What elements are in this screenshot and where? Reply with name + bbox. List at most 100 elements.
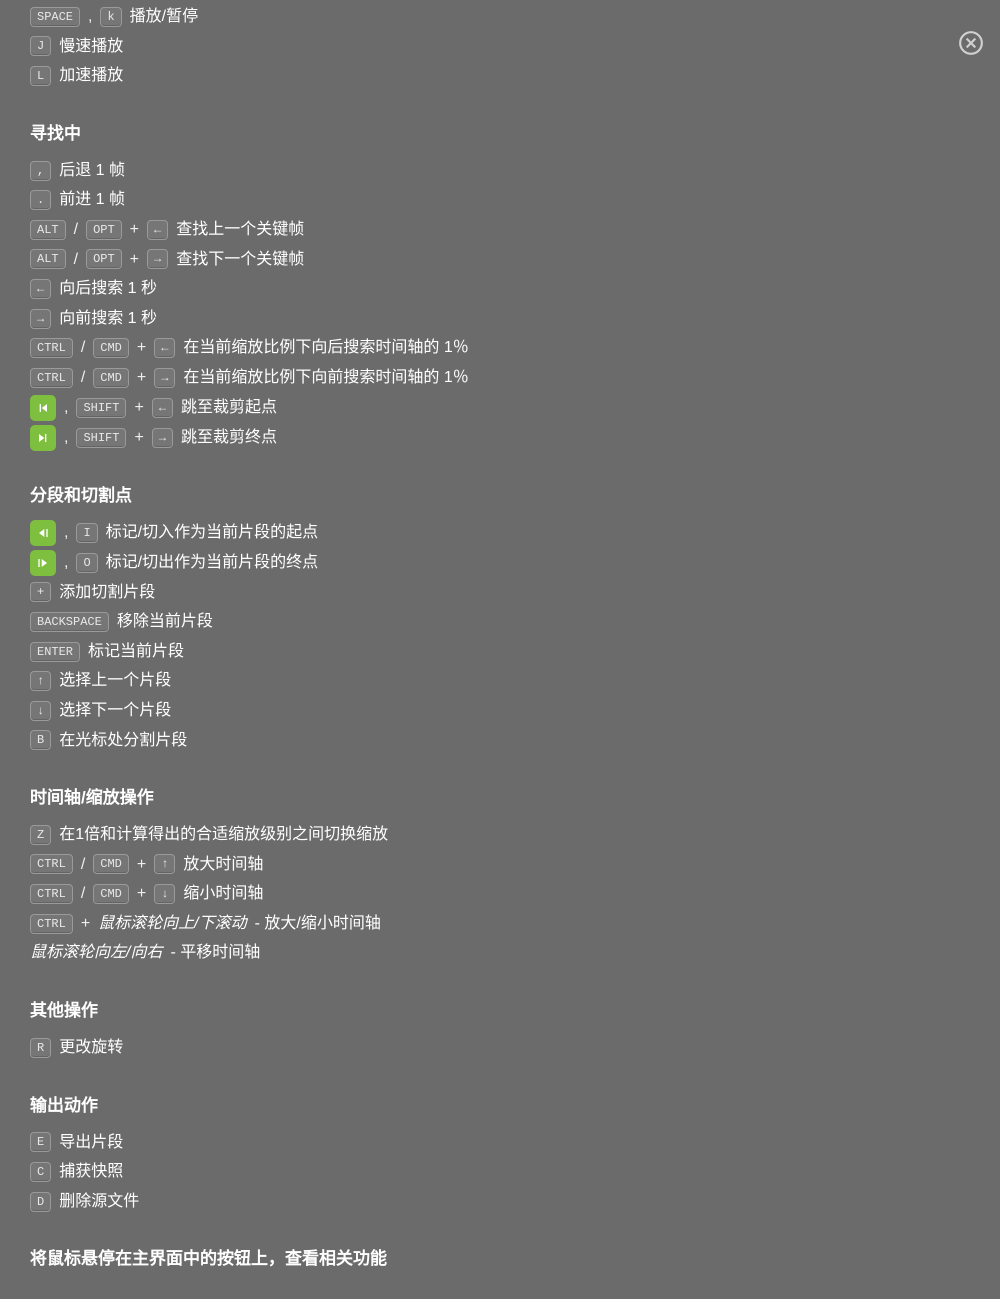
section-heading: 分段和切割点 <box>30 481 970 506</box>
shortcut-row: ,O标记/切出作为当前片段的终点 <box>30 550 970 576</box>
key--: ← <box>154 338 175 358</box>
shortcut-description: 播放/暂停 <box>130 4 198 30</box>
shortcut-row: ALT/OPT+→查找下一个关键帧 <box>30 247 970 273</box>
shortcut-row: C 捕获快照 <box>30 1159 970 1185</box>
shortcut-description: 缩小时间轴 <box>183 881 263 907</box>
key--: ← <box>147 220 168 240</box>
cut-out-icon[interactable] <box>30 550 56 576</box>
shortcut-description: 在当前缩放比例下向前搜索时间轴的 1％ <box>183 365 468 391</box>
shortcut-description: 在光标处分割片段 <box>59 728 187 754</box>
skip-start-icon[interactable] <box>30 395 56 421</box>
shortcut-description: - 平移时间轴 <box>170 940 260 966</box>
key-opt: OPT <box>86 249 122 269</box>
key-alt: ALT <box>30 220 66 240</box>
mouse-hint: 鼠标滚轮向上/下滚动 <box>98 911 246 937</box>
cut-in-icon[interactable] <box>30 520 56 546</box>
shortcut-row: ,SHIFT+←跳至裁剪起点 <box>30 395 970 421</box>
footer-hint: 将鼠标悬停在主界面中的按钮上，查看相关功能 <box>30 1244 970 1269</box>
key--: , <box>30 161 51 181</box>
shortcut-description: 标记/切出作为当前片段的终点 <box>106 550 318 576</box>
separator: + <box>128 217 141 243</box>
shortcut-row: Z 在1倍和计算得出的合适缩放级别之间切换缩放 <box>30 822 970 848</box>
shortcut-description: 更改旋转 <box>59 1035 123 1061</box>
shortcut-row: L加速播放 <box>30 63 970 89</box>
separator: / <box>79 852 87 878</box>
shortcut-description: 导出片段 <box>59 1130 123 1156</box>
shortcut-row: R 更改旋转 <box>30 1035 970 1061</box>
shortcut-row: → 向前搜索 1 秒 <box>30 306 970 332</box>
key-r: R <box>30 1038 51 1058</box>
shortcut-description: 捕获快照 <box>59 1159 123 1185</box>
key-e: E <box>30 1132 51 1152</box>
separator: / <box>72 217 80 243</box>
key--: ↓ <box>30 701 51 721</box>
separator: + <box>132 425 145 451</box>
shortcut-row: ,I标记/切入作为当前片段的起点 <box>30 520 970 546</box>
close-button[interactable] <box>958 30 984 56</box>
key--: ↑ <box>30 671 51 691</box>
key-b: B <box>30 730 51 750</box>
key-enter: ENTER <box>30 642 80 662</box>
shortcut-row: ALT / OPT + ← 查找上一个关键帧 <box>30 217 970 243</box>
shortcut-description: 放大时间轴 <box>183 852 263 878</box>
shortcut-description: 后退 1 帧 <box>59 158 125 184</box>
separator: + <box>135 881 148 907</box>
separator: + <box>132 395 145 421</box>
key--: ← <box>152 398 173 418</box>
shortcut-row: B 在光标处分割片段 <box>30 728 970 754</box>
shortcut-description: 删除源文件 <box>59 1189 139 1215</box>
key-cmd: CMD <box>93 884 129 904</box>
key-ctrl: CTRL <box>30 854 73 874</box>
shortcut-row: ↓ 选择下一个片段 <box>30 698 970 724</box>
key--: ← <box>30 279 51 299</box>
key-shift: SHIFT <box>76 428 126 448</box>
shortcut-description: 选择上一个片段 <box>59 668 171 694</box>
key-l: L <box>30 66 51 86</box>
shortcut-description: 跳至裁剪终点 <box>181 425 277 451</box>
separator: + <box>135 335 148 361</box>
shortcut-row: SPACE,k播放/暂停 <box>30 4 970 30</box>
key-cmd: CMD <box>93 368 129 388</box>
key-alt: ALT <box>30 249 66 269</box>
shortcut-row: ←向后搜索 1 秒 <box>30 276 970 302</box>
shortcut-description: 在1倍和计算得出的合适缩放级别之间切换缩放 <box>59 822 388 848</box>
shortcut-row: D删除源文件 <box>30 1189 970 1215</box>
key--: ↓ <box>154 884 175 904</box>
key-j: J <box>30 36 51 56</box>
separator: + <box>135 365 148 391</box>
separator: , <box>62 395 70 421</box>
key-opt: OPT <box>86 220 122 240</box>
section-heading: 寻找中 <box>30 119 970 144</box>
shortcut-row: J慢速播放 <box>30 34 970 60</box>
shortcut-description: 查找上一个关键帧 <box>176 217 304 243</box>
shortcut-description: 标记当前片段 <box>88 639 184 665</box>
shortcut-description: 移除当前片段 <box>117 609 213 635</box>
separator: / <box>79 365 87 391</box>
key-backspace: BACKSPACE <box>30 612 109 632</box>
key-cmd: CMD <box>93 854 129 874</box>
shortcut-description: 选择下一个片段 <box>59 698 171 724</box>
shortcut-description: 向前搜索 1 秒 <box>59 306 157 332</box>
shortcut-row: ENTER 标记当前片段 <box>30 639 970 665</box>
shortcut-row: ↑ 选择上一个片段 <box>30 668 970 694</box>
skip-end-icon[interactable] <box>30 425 56 451</box>
key-z: Z <box>30 825 51 845</box>
shortcut-description: 查找下一个关键帧 <box>176 247 304 273</box>
shortcut-row: +添加切割片段 <box>30 580 970 606</box>
separator: / <box>79 335 87 361</box>
shortcut-row: .前进 1 帧 <box>30 187 970 213</box>
key--: → <box>152 428 173 448</box>
separator: , <box>62 520 70 546</box>
key-ctrl: CTRL <box>30 884 73 904</box>
key-ctrl: CTRL <box>30 914 73 934</box>
shortcut-row: E 导出片段 <box>30 1130 970 1156</box>
key-ctrl: CTRL <box>30 368 73 388</box>
shortcut-description: - 放大/缩小时间轴 <box>255 911 381 937</box>
key-i: I <box>76 523 97 543</box>
section-heading: 时间轴/缩放操作 <box>30 783 970 808</box>
separator: / <box>79 881 87 907</box>
key--: → <box>30 309 51 329</box>
key-c: C <box>30 1162 51 1182</box>
key-k: k <box>100 7 121 27</box>
shortcut-description: 在当前缩放比例下向后搜索时间轴的 1％ <box>183 335 468 361</box>
